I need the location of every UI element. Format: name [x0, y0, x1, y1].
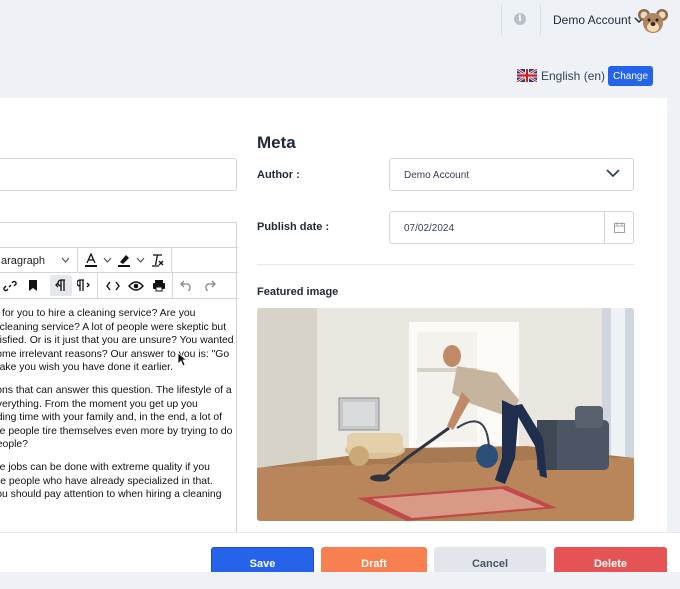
- chevron-down-icon: [136, 257, 145, 263]
- chevron-down-icon: [103, 257, 112, 263]
- text-line: atisfied. Or is it just that you are uns…: [0, 335, 234, 347]
- editor-paragraph: al for you to hire a cleaning service? A…: [0, 307, 238, 375]
- toolbar-divider: [171, 248, 172, 273]
- toolbar-divider: [77, 248, 78, 273]
- divider: [540, 4, 541, 36]
- rich-text-editor[interactable]: aragraph al for you to hire a cleaning s…: [0, 222, 238, 542]
- account-name: Demo Account: [553, 13, 632, 27]
- preview-eye-icon[interactable]: [128, 280, 144, 292]
- text-line: al for you to hire a cleaning service? A…: [0, 308, 196, 319]
- info-icon[interactable]: i: [514, 13, 526, 25]
- publish-date-label: Publish date :: [257, 221, 330, 233]
- text-line: you should pay attention to when hiring …: [0, 489, 222, 501]
- koala-avatar-icon[interactable]: [638, 6, 668, 36]
- text-line: nding time with your family and, in the …: [0, 412, 223, 424]
- editor-toolbar-row: aragraph: [0, 247, 238, 273]
- divider: [501, 4, 502, 36]
- source-code-icon[interactable]: [106, 280, 120, 292]
- redo-icon[interactable]: [203, 280, 216, 291]
- ltr-direction-icon[interactable]: [55, 279, 68, 292]
- toolbar-divider: [97, 273, 98, 298]
- calendar-icon: [614, 222, 625, 233]
- account-menu[interactable]: Demo Account: [553, 13, 644, 27]
- featured-image-label: Featured image: [257, 286, 339, 298]
- calendar-button[interactable]: [604, 212, 634, 243]
- text-line: make you wish you have done it earlier.: [0, 362, 173, 374]
- divider: [257, 264, 634, 265]
- text-line: are people who have already specialized …: [0, 475, 213, 487]
- editor-toolbar-row: [0, 273, 238, 299]
- text-line: sons that can answer this question. The …: [0, 384, 232, 396]
- undo-icon[interactable]: [180, 280, 193, 291]
- bookmark-icon[interactable]: [28, 279, 38, 292]
- paragraph-format-select[interactable]: aragraph: [1, 255, 45, 267]
- text-line: me people tire themselves even more by t…: [0, 425, 233, 437]
- author-label: Author :: [257, 169, 300, 181]
- text-line: a cleaning service? A lot of people were…: [0, 321, 227, 333]
- change-language-button[interactable]: Change: [608, 66, 653, 86]
- editor-content[interactable]: al for you to hire a cleaning service? A…: [0, 307, 238, 511]
- print-icon[interactable]: [152, 279, 166, 292]
- toolbar-divider: [172, 273, 173, 298]
- editor-paragraph: sons that can answer this question. The …: [0, 384, 238, 452]
- publish-date-input[interactable]: 07/02/2024: [389, 211, 634, 244]
- author-value: Demo Account: [404, 170, 470, 181]
- meta-heading: Meta: [257, 133, 296, 152]
- chevron-down-icon: [606, 169, 620, 178]
- content-card: aragraph al for you to hire a cleaning s…: [0, 98, 667, 542]
- clear-format-icon[interactable]: [151, 253, 164, 267]
- publish-date-value: 07/02/2024: [404, 223, 455, 234]
- page-footer-strip: [0, 572, 680, 589]
- editor-paragraph: me jobs can be done with extreme quality…: [0, 461, 238, 502]
- featured-image[interactable]: [257, 308, 634, 521]
- text-line: everything. From the moment you get up y…: [0, 398, 198, 410]
- language-label: English (en): [541, 69, 606, 83]
- rtl-direction-icon[interactable]: [77, 279, 90, 292]
- text-line: some irrelevant reasons? Our answer to y…: [0, 348, 230, 360]
- text-color-icon[interactable]: [84, 253, 98, 268]
- title-input[interactable]: [0, 158, 237, 191]
- uk-flag-icon: [517, 69, 537, 82]
- link-icon[interactable]: [3, 279, 17, 293]
- top-bar: i Demo Account: [0, 0, 680, 42]
- text-line: people?: [0, 439, 28, 451]
- highlight-icon[interactable]: [117, 253, 131, 268]
- mouse-cursor-icon: [177, 352, 187, 367]
- text-line: me jobs can be done with extreme quality…: [0, 461, 210, 473]
- chevron-down-icon: [61, 257, 70, 263]
- author-select[interactable]: Demo Account: [389, 158, 634, 191]
